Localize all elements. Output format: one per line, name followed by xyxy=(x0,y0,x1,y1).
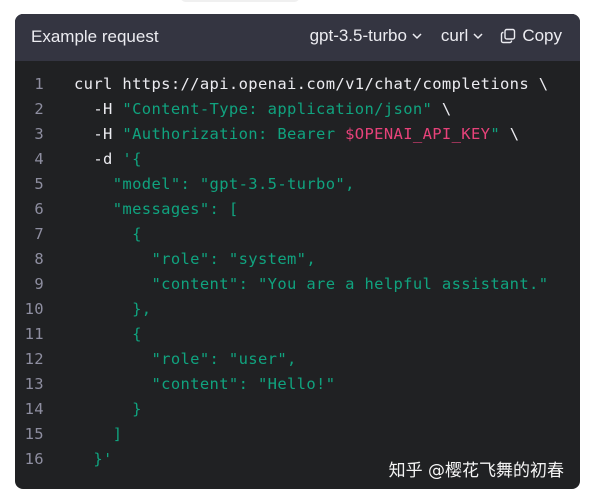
code-text: "role": "user", xyxy=(74,350,297,368)
line-number: 13 xyxy=(24,375,44,393)
code-text: curl https://api.openai.com/v1/chat/comp… xyxy=(74,75,548,93)
copy-button-label: Copy xyxy=(522,26,562,45)
code-token: curl https://api.openai.com/v1/chat/comp… xyxy=(74,75,549,93)
line-number: 10 xyxy=(24,300,44,318)
language-dropdown[interactable]: curl xyxy=(441,26,484,46)
code-text: ] xyxy=(74,425,122,443)
string-token: "messages": [ xyxy=(74,200,239,218)
chevron-down-icon xyxy=(473,33,483,40)
string-token: "Content-Type: application/json" xyxy=(122,100,433,118)
top-hint-shape xyxy=(180,0,300,2)
code-line: 13 "content": "Hello!" xyxy=(15,375,580,400)
code-token: -d xyxy=(74,150,123,168)
code-line: 15 ] xyxy=(15,425,580,450)
code-text: "content": "Hello!" xyxy=(74,375,335,393)
code-line: 6 "messages": [ xyxy=(15,200,580,225)
panel-header: Example request gpt-3.5-turbo curl Copy xyxy=(15,14,580,61)
panel-title: Example request xyxy=(31,27,159,46)
page: Example request gpt-3.5-turbo curl Copy … xyxy=(0,0,594,498)
string-token: '{ xyxy=(122,150,142,168)
string-token: { xyxy=(74,225,142,243)
line-number: 2 xyxy=(34,100,44,118)
watermark: 知乎 @樱花飞舞的初春 xyxy=(388,461,564,481)
env-variable-token: $OPENAI_API_KEY xyxy=(345,125,491,143)
line-number: 11 xyxy=(24,325,44,343)
code-text: { xyxy=(74,325,142,343)
code-line: 10 }, xyxy=(15,300,580,325)
code-example-panel: Example request gpt-3.5-turbo curl Copy … xyxy=(15,14,580,489)
code-line: 12 "role": "user", xyxy=(15,350,580,375)
code-line: 14 } xyxy=(15,400,580,425)
code-text: }, xyxy=(74,300,151,318)
code-token: \ xyxy=(432,100,452,118)
line-number: 7 xyxy=(34,225,44,243)
string-token: ] xyxy=(74,425,123,443)
code-text: -H "Authorization: Bearer $OPENAI_API_KE… xyxy=(74,125,519,143)
code-block: 1 curl https://api.openai.com/v1/chat/com… xyxy=(15,75,580,489)
copy-icon xyxy=(501,28,516,44)
line-number: 5 xyxy=(34,175,44,193)
code-text: "messages": [ xyxy=(74,200,239,218)
string-token: " xyxy=(490,125,501,143)
string-token: "model": "gpt-3.5-turbo", xyxy=(74,175,355,193)
code-text: "model": "gpt-3.5-turbo", xyxy=(74,175,355,193)
code-text: } xyxy=(74,400,142,418)
line-number: 16 xyxy=(24,450,44,468)
model-dropdown[interactable]: gpt-3.5-turbo xyxy=(310,26,423,46)
code-text: -H "Content-Type: application/json" \ xyxy=(74,100,452,118)
string-token: }, xyxy=(74,300,152,318)
code-text: -d '{ xyxy=(74,150,142,168)
code-line: 11 { xyxy=(15,325,580,350)
line-number: 4 xyxy=(34,150,44,168)
chevron-down-icon xyxy=(412,33,422,40)
code-text: "role": "system", xyxy=(74,250,316,268)
string-token: "Authorization: Bearer xyxy=(122,125,346,143)
code-line: 8 "role": "system", xyxy=(15,250,580,275)
line-number: 3 xyxy=(34,125,44,143)
code-line: 7 { xyxy=(15,225,580,250)
code-text: { xyxy=(74,225,142,243)
string-token: "role": "user", xyxy=(74,350,297,368)
string-token: "content": "You are a helpful assistant.… xyxy=(74,275,549,293)
line-number: 9 xyxy=(34,275,44,293)
line-number: 8 xyxy=(34,250,44,268)
code-token: -H xyxy=(74,125,123,143)
code-line: 5 "model": "gpt-3.5-turbo", xyxy=(15,175,580,200)
code-token: -H xyxy=(74,100,123,118)
copy-button[interactable]: Copy xyxy=(500,26,562,46)
code-line: 3 -H "Authorization: Bearer $OPENAI_API_… xyxy=(15,125,580,150)
code-text: }' xyxy=(74,450,113,468)
model-dropdown-label: gpt-3.5-turbo xyxy=(309,26,407,45)
string-token: "content": "Hello!" xyxy=(74,375,336,393)
language-dropdown-label: curl xyxy=(440,26,469,45)
code-token: \ xyxy=(500,125,520,143)
string-token: { xyxy=(74,325,142,343)
line-number: 6 xyxy=(34,200,44,218)
string-token: }' xyxy=(74,450,113,468)
header-controls: gpt-3.5-turbo curl Copy xyxy=(310,26,562,46)
code-line: 2 -H "Content-Type: application/json" \ xyxy=(15,100,580,125)
string-token: "role": "system", xyxy=(74,250,317,268)
line-number: 1 xyxy=(34,75,44,93)
code-line: 1 curl https://api.openai.com/v1/chat/com… xyxy=(15,75,580,100)
string-token: } xyxy=(74,400,142,418)
line-number: 12 xyxy=(24,350,44,368)
code-line: 9 "content": "You are a helpful assistan… xyxy=(15,275,580,300)
line-number: 14 xyxy=(24,400,44,418)
code-text: "content": "You are a helpful assistant.… xyxy=(74,275,548,293)
code-line: 4 -d '{ xyxy=(15,150,580,175)
line-number: 15 xyxy=(24,425,44,443)
